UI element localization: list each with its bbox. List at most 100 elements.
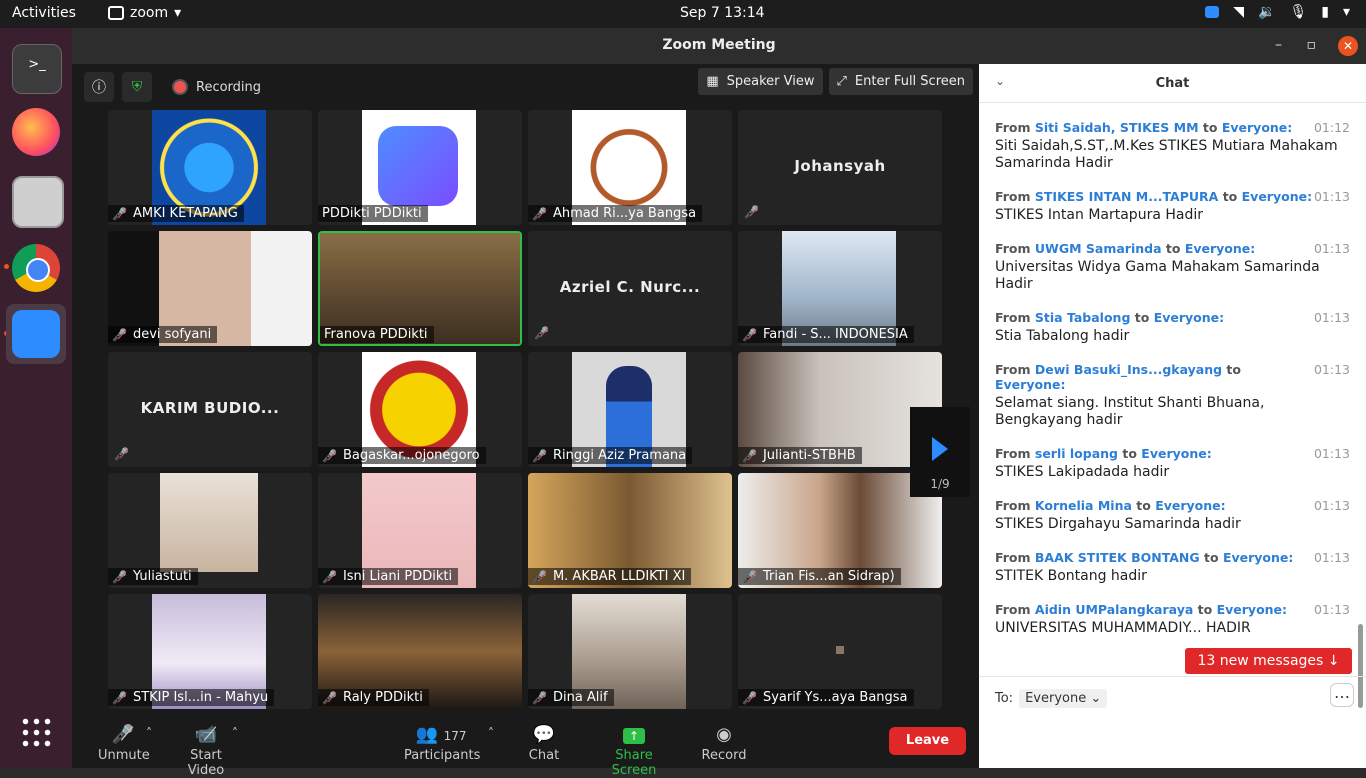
meeting-area: ⓘ ⛨ Recording ▦ Speaker View ⤢ Enter Full … <box>72 64 979 778</box>
message-time: 01:13 <box>1313 498 1350 513</box>
participant-tile[interactable]: 🎤̸ Yuliastuti <box>108 473 312 588</box>
more-options-button[interactable]: … <box>1330 683 1354 707</box>
participant-name: 🎤̸ AMKI KETAPANG <box>108 205 244 222</box>
participant-tile[interactable]: 🎤̸ Syarif Ys...aya Bangsa <box>738 594 942 709</box>
chevron-up-icon[interactable]: ˄ <box>232 726 238 740</box>
recipient-name: Everyone: <box>1184 241 1256 256</box>
terminal-icon[interactable]: >_ <box>12 44 62 94</box>
from-label: From <box>995 550 1031 565</box>
muted-mic-icon: 🎤̸ <box>742 327 757 342</box>
zoom-icon[interactable] <box>6 304 66 364</box>
app-menu[interactable]: zoom ▾ <box>108 5 181 21</box>
message-text: Universitas Widya Gama Mahakam Samarinda… <box>995 259 1320 292</box>
participant-name: 🎤̸ Yuliastuti <box>108 568 198 585</box>
active-speaker-tile[interactable]: Franova PDDikti <box>318 231 522 346</box>
minimize-icon[interactable]: – <box>1275 37 1282 53</box>
system-tray[interactable]: ◥ 🔉 🎙 ▮ ▾ <box>1205 4 1350 20</box>
chat-messages[interactable]: From Siti Saidah, STIKES MM to Everyone:… <box>995 120 1350 654</box>
recipient-select[interactable]: Everyone ⌄ <box>1019 689 1108 708</box>
show-apps-icon[interactable] <box>20 716 52 748</box>
chat-button[interactable]: 💬 Chat <box>524 724 564 763</box>
participant-tile[interactable]: 🎤̸ M. AKBAR LLDIKTI XI <box>528 473 732 588</box>
from-label: From <box>995 602 1031 617</box>
from-label: From <box>995 241 1031 256</box>
clock[interactable]: Sep 7 13:14 <box>680 5 765 21</box>
firefox-icon[interactable] <box>12 108 60 156</box>
participant-tile[interactable]: 🎤̸ Isni Liani PDDikti <box>318 473 522 588</box>
from-label: From <box>995 498 1031 513</box>
volume-icon: 🔉 <box>1258 4 1276 20</box>
zoom-app-icon <box>108 6 124 20</box>
share-screen-button[interactable]: ↑ Share Screen <box>592 724 676 778</box>
participant-tile[interactable]: KARIM BUDIO... 🎤̸ <box>108 352 312 467</box>
chat-message-header: From Aidin UMPalangkaraya to Everyone: <box>995 602 1287 617</box>
participant-name: 🎤̸ Ringgi Aziz Pramana <box>528 447 693 464</box>
message-text: Siti Saidah,S.ST,.M.Kes STIKES Mutiara M… <box>995 138 1338 171</box>
participant-tile[interactable]: Johansyah 🎤̸ <box>738 110 942 225</box>
participant-tile[interactable]: 🎤̸ Raly PDDikti <box>318 594 522 709</box>
info-icon[interactable]: ⓘ <box>84 72 114 102</box>
close-icon[interactable]: ✕ <box>1338 36 1358 56</box>
message-text: UNIVERSITAS MUHAMMADIY... HADIR <box>995 620 1251 636</box>
participant-name: 🎤̸ Trian Fis...an Sidrap) <box>738 568 901 585</box>
sender-name: Siti Saidah, STIKES MM <box>1034 120 1199 135</box>
sender-name: STIKES INTAN M...TAPURA <box>1034 189 1219 204</box>
chevron-up-icon[interactable]: ˄ <box>146 726 152 740</box>
to-label: to <box>1222 189 1238 204</box>
to-label: to <box>1165 241 1181 256</box>
muted-mic-icon: 🎤̸ <box>112 206 127 221</box>
chat-header: ⌄ Chat <box>979 64 1366 103</box>
participant-name: 🎤̸ Julianti-STBHB <box>738 447 862 464</box>
message-text: STITEK Bontang hadir <box>995 568 1147 584</box>
participant-tile[interactable]: 🎤̸ Ahmad Ri...ya Bangsa <box>528 110 732 225</box>
full-screen-button[interactable]: ⤢ Enter Full Screen <box>828 68 973 95</box>
participant-tile[interactable]: 🎤̸ STKIP Isl...in - Mahyu <box>108 594 312 709</box>
to-label: to <box>1204 550 1219 565</box>
message-time: 01:13 <box>1313 241 1350 256</box>
participant-tile[interactable]: 🎤̸ Dina Alif <box>528 594 732 709</box>
participant-tile[interactable]: 🎤̸ Ringgi Aziz Pramana <box>528 352 732 467</box>
chat-message: From Aidin UMPalangkaraya to Everyone: 01… <box>995 602 1350 637</box>
participant-name-label: PDDikti PDDikti <box>322 206 422 221</box>
participant-tile[interactable]: Azriel C. Nurc... 🎤̸ <box>528 231 732 346</box>
participant-name-label: Ahmad Ri...ya Bangsa <box>552 206 697 221</box>
muted-mic-icon: 🎤̸ <box>742 448 757 463</box>
shield-icon[interactable]: ⛨ <box>122 72 152 102</box>
files-icon[interactable] <box>12 176 64 228</box>
chat-message-meta: From serli lopang to Everyone: 01:13 <box>995 446 1350 461</box>
participant-tile[interactable]: 🎤̸ devi sofyani <box>108 231 312 346</box>
next-page-button[interactable]: 1/9 <box>910 407 970 497</box>
chrome-icon[interactable] <box>12 244 60 292</box>
participant-tile[interactable]: 🎤̸ Fandi - S... INDONESIA <box>738 231 942 346</box>
chevron-up-icon[interactable]: ˄ <box>488 726 494 740</box>
participant-tile[interactable]: PDDikti PDDikti <box>318 110 522 225</box>
activities-button[interactable]: Activities <box>12 5 76 21</box>
muted-mic-icon: 🎤̸ <box>532 690 547 705</box>
message-time: 01:13 <box>1313 189 1350 204</box>
message-text: STIKES Dirgahayu Samarinda hadir <box>995 516 1241 532</box>
muted-mic-icon: 🎤̸ <box>111 724 135 745</box>
recipient-row: To: Everyone ⌄ <box>995 689 1108 708</box>
chat-message: From Dewi Basuki_Ins...gkayang to Everyo… <box>995 362 1350 429</box>
new-messages-button[interactable]: 13 new messages ↓ <box>1185 648 1352 674</box>
speaker-view-button[interactable]: ▦ Speaker View <box>698 68 823 95</box>
leave-button[interactable]: Leave <box>889 727 966 755</box>
participant-name-label: Syarif Ys...aya Bangsa <box>762 690 908 705</box>
participants-button[interactable]: 👥 177 Participants <box>404 724 480 763</box>
record-dot-icon <box>172 79 188 95</box>
maximize-icon[interactable]: ▫ <box>1307 37 1317 53</box>
participant-tile[interactable]: 🎤̸ Bagaskar...ojonegoro <box>318 352 522 467</box>
participant-display-name: Azriel C. Nurc... <box>559 278 701 296</box>
recording-indicator[interactable]: Recording <box>172 79 261 95</box>
unmute-button[interactable]: 🎤̸ Unmute <box>98 724 150 763</box>
participant-name: 🎤̸ Bagaskar...ojonegoro <box>318 447 486 464</box>
message-text: Selamat siang. Institut Shanti Bhuana, B… <box>995 395 1265 428</box>
zoom-tray-icon[interactable] <box>1205 6 1220 18</box>
to-label: To: <box>995 691 1014 706</box>
start-video-label: Start Video <box>187 748 225 778</box>
chat-message-meta: From Dewi Basuki_Ins...gkayang to Everyo… <box>995 362 1350 392</box>
message-time: 01:13 <box>1313 362 1350 377</box>
participant-tile[interactable]: 🎤̸ AMKI KETAPANG <box>108 110 312 225</box>
chat-message-header: From STIKES INTAN M...TAPURA to Everyone… <box>995 189 1312 204</box>
record-button[interactable]: ◉ Record <box>700 724 748 763</box>
